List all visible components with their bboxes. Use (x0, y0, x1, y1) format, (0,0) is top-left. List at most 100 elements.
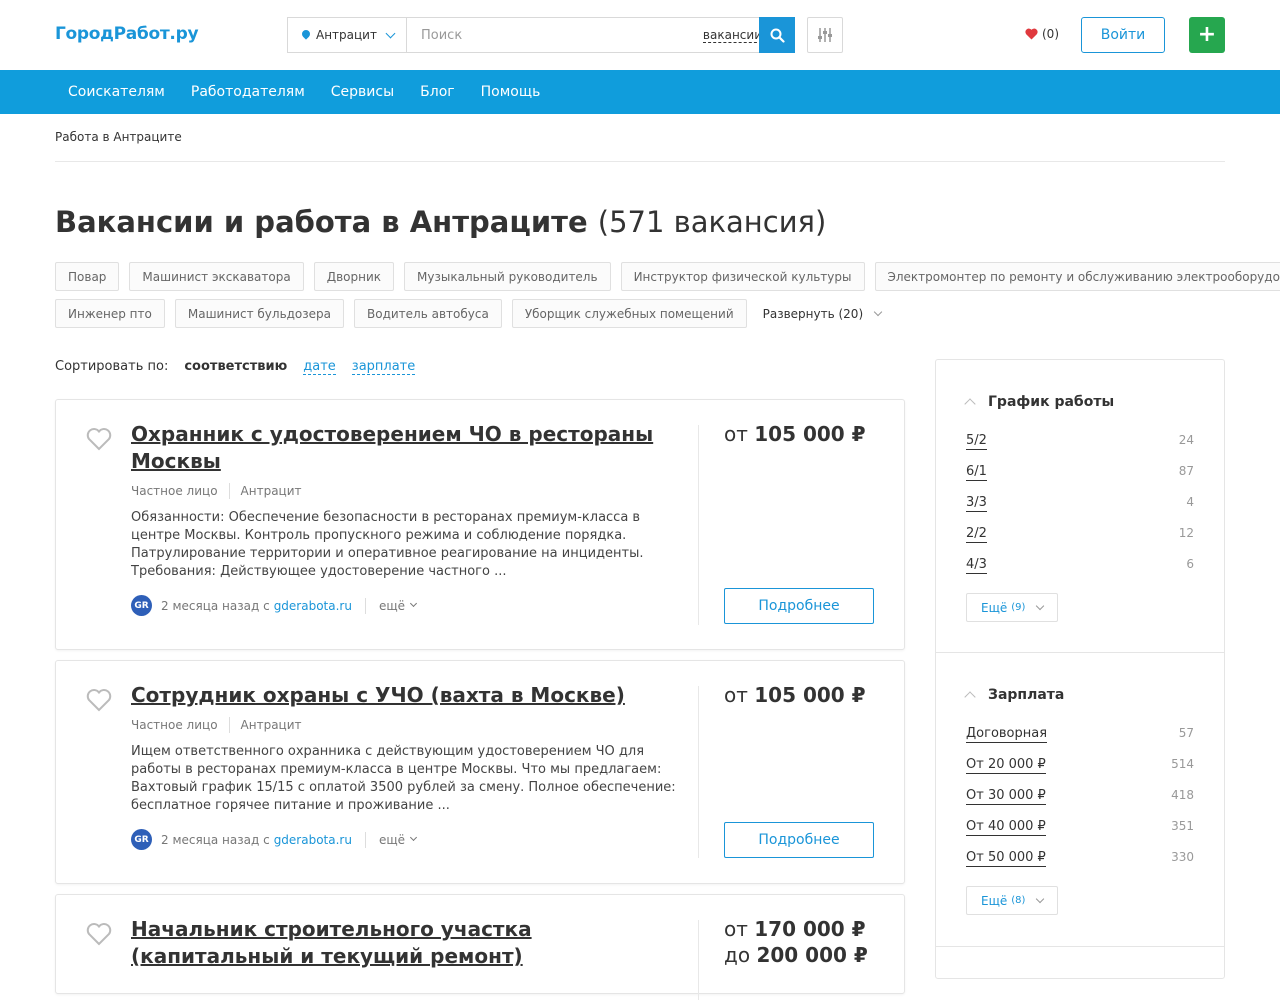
filter-option[interactable]: 5/2 24 (966, 433, 1194, 450)
tag-chip[interactable]: Уборщик служебных помещений (512, 299, 747, 328)
filter-option[interactable]: Договорная 57 (966, 726, 1194, 743)
vacancy-count: (571 вакансия) (598, 205, 827, 239)
vacancy-source: GR 2 месяца назад с gderabota.ru ещё (131, 829, 416, 850)
source-link[interactable]: gderabota.ru (274, 833, 352, 847)
divider (936, 652, 1224, 653)
expand-tags-button[interactable]: Развернуть (20) (757, 307, 882, 321)
source-avatar: GR (131, 829, 152, 850)
filter-option[interactable]: От 50 000 ₽ 330 (966, 850, 1194, 867)
more-dropdown[interactable]: ещё (379, 599, 416, 613)
heart-outline-icon[interactable] (85, 921, 113, 947)
search-button[interactable] (759, 17, 795, 53)
nav-item-seekers[interactable]: Соискателям (55, 84, 178, 100)
filter-option-count: 57 (1179, 726, 1194, 743)
login-button[interactable]: Войти (1081, 17, 1165, 53)
filter-schedule-header[interactable]: График работы (966, 394, 1114, 410)
vacancy-title[interactable]: Начальник строительного участка (капитал… (131, 916, 671, 970)
chevron-down-icon (410, 600, 417, 607)
salary-value: 200 000 ₽ (756, 943, 867, 967)
chevron-down-icon (1036, 601, 1044, 609)
filter-option[interactable]: От 40 000 ₽ 351 (966, 819, 1194, 836)
nav-item-blog[interactable]: Блог (407, 84, 467, 100)
vacancy-title[interactable]: Охранник с удостоверением ЧО в рестораны… (131, 421, 671, 475)
salary: от 105 000 ₽ (724, 682, 866, 708)
details-button[interactable]: Подробнее (724, 588, 874, 624)
salary-prefix: от (724, 917, 748, 941)
filter-option[interactable]: От 30 000 ₽ 418 (966, 788, 1194, 805)
source-avatar: GR (131, 595, 152, 616)
favorites-link[interactable]: (0) (1025, 27, 1059, 41)
salary: от 170 000 ₽ до 200 000 ₽ (724, 916, 868, 968)
expand-tags-label: Развернуть (20) (763, 307, 864, 321)
search-input[interactable] (407, 18, 703, 52)
filter-option-count: 4 (1186, 495, 1194, 512)
favorites-count: (0) (1042, 27, 1059, 41)
filter-option[interactable]: 4/3 6 (966, 557, 1194, 574)
filter-option-count: 351 (1171, 819, 1194, 836)
filter-option[interactable]: 6/1 87 (966, 464, 1194, 481)
filters-sidebar: График работы 5/2 24 6/1 87 3/3 4 2/2 12… (935, 359, 1225, 979)
filter-more-button[interactable]: Ещё (9) (966, 593, 1058, 622)
sort-bar: Сортировать по: соответствию дате зарпла… (55, 359, 415, 375)
site-header: ГородРабот.ру Антрацит вакансии (0) Войт… (0, 0, 1280, 70)
filter-option-label: От 50 000 ₽ (966, 850, 1046, 867)
city-selector[interactable]: Антрацит (288, 18, 407, 52)
filter-option-label: 2/2 (966, 526, 987, 543)
chevron-down-icon (386, 28, 396, 38)
heart-icon (1025, 28, 1038, 40)
sort-date[interactable]: дате (303, 359, 336, 375)
filter-salary-header[interactable]: Зарплата (966, 687, 1064, 703)
more-dropdown[interactable]: ещё (379, 833, 416, 847)
salary-value: 170 000 ₽ (754, 917, 865, 941)
add-vacancy-button[interactable]: + (1189, 17, 1225, 53)
nav-item-services[interactable]: Сервисы (318, 84, 407, 100)
vacancy-meta: Частное лицо Антрацит (131, 483, 302, 499)
filter-more-button[interactable]: Ещё (8) (966, 886, 1058, 915)
tag-chip[interactable]: Инструктор физической культуры (621, 262, 865, 291)
chevron-down-icon (410, 834, 417, 841)
filter-option-count: 514 (1171, 757, 1194, 774)
filter-option-count: 24 (1179, 433, 1194, 450)
filter-option[interactable]: От 20 000 ₽ 514 (966, 757, 1194, 774)
source-link[interactable]: gderabota.ru (274, 599, 352, 613)
filter-option-label: От 40 000 ₽ (966, 819, 1046, 836)
sort-relevance[interactable]: соответствию (184, 359, 287, 375)
details-button[interactable]: Подробнее (724, 822, 874, 858)
vacancy-card: Начальник строительного участка (капитал… (55, 894, 905, 994)
heart-outline-icon[interactable] (85, 426, 113, 452)
tag-chip[interactable]: Дворник (314, 262, 394, 291)
tag-chip[interactable]: Электромонтер по ремонту и обслуживанию … (875, 262, 1280, 291)
filter-option-count: 330 (1171, 850, 1194, 867)
vacancy-title[interactable]: Сотрудник охраны с УЧО (вахта в Москве) (131, 682, 671, 709)
employer: Частное лицо (131, 484, 218, 498)
main-nav: Соискателям Работодателям Сервисы Блог П… (0, 70, 1280, 114)
posted-time: 2 месяца назад с (161, 833, 270, 847)
nav-item-employers[interactable]: Работодателям (178, 84, 318, 100)
tag-chip[interactable]: Повар (55, 262, 119, 291)
tag-chip[interactable]: Водитель автобуса (354, 299, 502, 328)
vacancy-city: Антрацит (241, 718, 302, 732)
filter-option[interactable]: 2/2 12 (966, 526, 1194, 543)
filter-option-count: 12 (1179, 526, 1194, 543)
tag-chip[interactable]: Машинист экскаватора (129, 262, 303, 291)
chevron-down-icon (1036, 894, 1044, 902)
divider (55, 161, 1225, 162)
salary-prefix: от (724, 422, 748, 446)
filter-option-label: Договорная (966, 726, 1047, 743)
page-title-text: Вакансии и работа в Антраците (55, 205, 588, 239)
filter-option[interactable]: 3/3 4 (966, 495, 1194, 512)
more-label: Ещё (981, 894, 1007, 908)
site-logo[interactable]: ГородРабот.ру (55, 24, 198, 44)
chevron-up-icon (964, 398, 975, 409)
tag-chip[interactable]: Музыкальный руководитель (404, 262, 611, 291)
tag-chip[interactable]: Инженер пто (55, 299, 165, 328)
heart-outline-icon[interactable] (85, 687, 113, 713)
sort-salary[interactable]: зарплате (352, 359, 415, 375)
vacancy-city: Антрацит (241, 484, 302, 498)
nav-item-help[interactable]: Помощь (468, 84, 554, 100)
filters-button[interactable] (807, 17, 843, 53)
breadcrumb[interactable]: Работа в Антраците (55, 130, 182, 144)
divider (936, 946, 1224, 947)
tag-chip[interactable]: Машинист бульдозера (175, 299, 344, 328)
salary-value: 105 000 ₽ (754, 422, 865, 446)
